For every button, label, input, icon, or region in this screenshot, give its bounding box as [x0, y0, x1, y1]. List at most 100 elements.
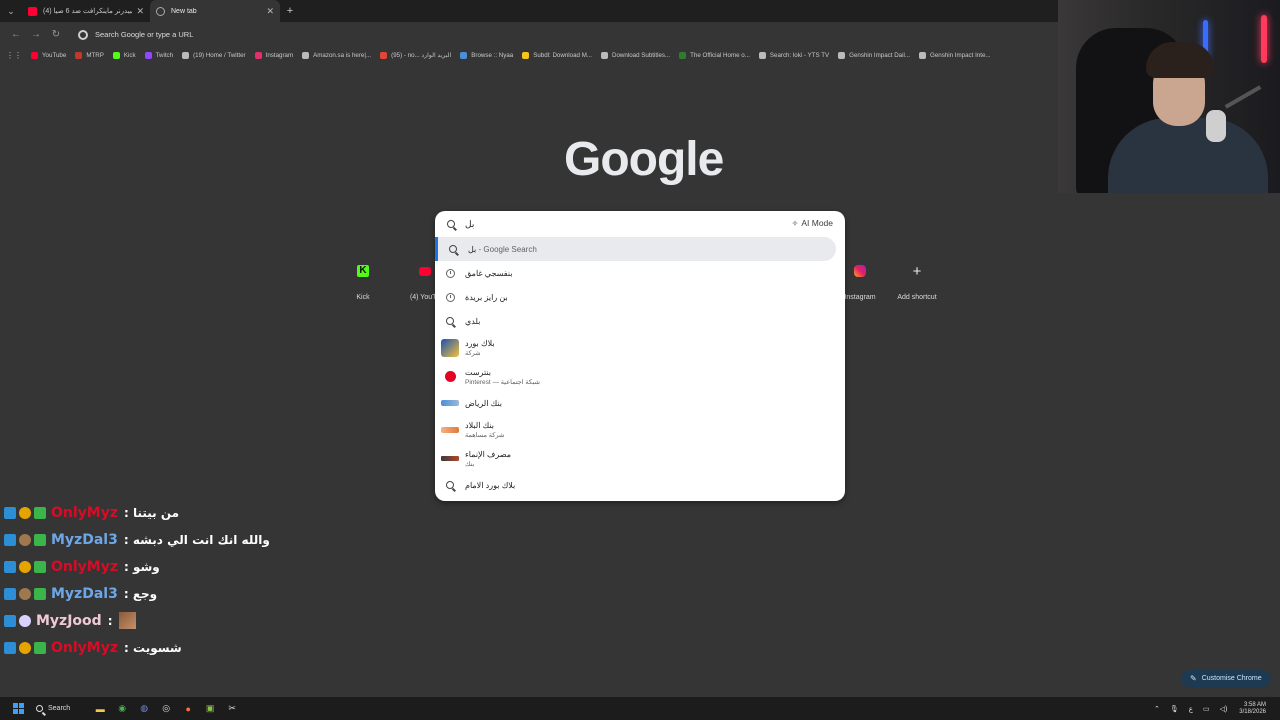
- system-tray: ⌃ 🎙 ع ▭ ◁) 3:58 AM 3/18/2026: [1144, 697, 1266, 720]
- youtube-icon: [419, 266, 431, 276]
- vip-badge-icon: [19, 560, 31, 573]
- bookmark-item[interactable]: Kick: [112, 51, 136, 59]
- bookmark-favicon-icon: [522, 51, 530, 59]
- search-icon: [36, 705, 43, 712]
- reload-button[interactable]: ↻: [46, 29, 66, 40]
- vip-badge-icon: [19, 641, 31, 654]
- chat-username: OnlyMyz: [51, 639, 118, 656]
- suggestion-item[interactable]: بن رايز بريدة: [435, 285, 845, 309]
- back-button[interactable]: ←: [6, 29, 26, 40]
- youtube-icon: [28, 6, 37, 16]
- user-badge-icon: [19, 533, 31, 546]
- bookmark-item[interactable]: Subdl: Download M...: [522, 51, 592, 59]
- chat-text: : من بيتنا: [124, 505, 180, 520]
- suggestion-item[interactable]: بل - Google Search: [435, 237, 836, 261]
- kick-icon: K: [357, 265, 369, 277]
- suggestion-item[interactable]: بنك البلاد شركة مساهمة: [435, 415, 845, 444]
- bookmark-item[interactable]: Amazon.sa is here|...: [302, 51, 371, 59]
- bookmark-favicon-icon: [919, 51, 927, 59]
- bookmark-item[interactable]: Genshin Impact Inte...: [919, 51, 991, 59]
- bookmark-favicon-icon: [380, 51, 388, 59]
- moderator-badge-icon: [34, 641, 46, 654]
- bookmark-favicon-icon: [758, 51, 766, 59]
- chat-text: : وشو: [124, 559, 160, 574]
- bookmark-favicon-icon: [112, 51, 120, 59]
- chrome-icon[interactable]: ◉: [114, 701, 130, 717]
- suggestion-item[interactable]: بلدي: [435, 309, 845, 333]
- moderator-badge-icon: [34, 533, 46, 546]
- suggestion-item[interactable]: بنفسجي غامق: [435, 261, 845, 285]
- chat-text: : وجع: [123, 586, 158, 601]
- close-icon[interactable]: ✕: [266, 6, 274, 17]
- chat-text: :: [107, 613, 113, 628]
- blackboard-logo-icon: [441, 338, 459, 357]
- stream-chat-overlay: OnlyMyz : من بيتنا MyzDal3 : والله انك ا…: [4, 499, 304, 661]
- plus-icon: +: [912, 262, 922, 280]
- bookmark-favicon-icon: [679, 51, 687, 59]
- new-tab-icon: [156, 6, 165, 16]
- start-button[interactable]: [10, 701, 26, 717]
- subscriber-badge-icon: [4, 560, 16, 573]
- neon-light-red: [1261, 15, 1267, 63]
- bookmark-item[interactable]: Download Subtitles...: [601, 51, 670, 59]
- snipping-tool-icon[interactable]: ✂: [224, 701, 240, 717]
- forward-button[interactable]: →: [26, 29, 46, 40]
- search-icon: [449, 245, 457, 253]
- bookmark-item[interactable]: Search: loki - YTS TV: [758, 51, 829, 59]
- chevron-up-icon[interactable]: ⌃: [1154, 705, 1160, 713]
- bookmark-item[interactable]: The Official Home o...: [679, 51, 750, 59]
- close-icon[interactable]: ✕: [136, 6, 144, 17]
- streamer-hair: [1146, 42, 1214, 78]
- apps-button[interactable]: ⋮⋮: [6, 51, 22, 60]
- search-icon: [446, 317, 454, 325]
- network-icon[interactable]: ▭: [1203, 705, 1210, 713]
- address-bar[interactable]: Search Google or type a URL: [72, 25, 1058, 44]
- clock[interactable]: 3:58 AM 3/18/2026: [1239, 702, 1266, 716]
- new-tab-button[interactable]: +: [280, 5, 300, 17]
- chat-username: MyzDal3: [51, 531, 118, 548]
- bookmark-favicon-icon: [31, 51, 38, 59]
- moderator-badge-icon: [34, 560, 46, 573]
- chat-message: OnlyMyz : وشو: [4, 553, 304, 580]
- minecraft-icon[interactable]: ▣: [202, 701, 218, 717]
- suggestion-item[interactable]: بلاك بورد الامام: [435, 473, 845, 497]
- customise-chrome-button[interactable]: ✎ Customise Chrome: [1181, 670, 1271, 687]
- chat-message: OnlyMyz : شسويت: [4, 634, 304, 661]
- webcam-overlay: [1058, 0, 1280, 193]
- bookmark-item[interactable]: Browse :: Nyaa: [460, 51, 513, 59]
- suggestion-item[interactable]: بنك الرياض: [435, 391, 845, 415]
- bookmark-item[interactable]: (95) - no... البريد الوارد: [380, 51, 451, 59]
- search-icon: [446, 481, 454, 489]
- tab-new-tab[interactable]: New tab ✕: [150, 0, 280, 22]
- chat-username: MyzJood: [36, 612, 102, 629]
- tab-youtube[interactable]: (4) سبيدرنر ماينكرافت ضد 6 صيا... ✕: [22, 0, 150, 22]
- ai-sparkle-icon: ✧: [791, 218, 799, 228]
- ai-mode-button[interactable]: ✧ AI Mode: [792, 218, 833, 228]
- bookmark-item[interactable]: MTRP: [75, 51, 104, 59]
- suggestion-item[interactable]: بنترست Pinterest — شبكة اجتماعية: [435, 362, 845, 391]
- suggestion-item[interactable]: مصرف الإنماء بنك: [435, 444, 845, 473]
- user-badge-icon: [19, 587, 31, 600]
- taskbar-search[interactable]: Search: [36, 705, 70, 712]
- bookmark-item[interactable]: (19) Home / Twitter: [182, 51, 246, 59]
- tab-search-button[interactable]: ⌄: [0, 0, 22, 22]
- volume-icon[interactable]: ◁): [1220, 705, 1228, 713]
- microphone-icon[interactable]: 🎙: [1170, 705, 1179, 713]
- shortcut-kick[interactable]: K Kick: [333, 257, 393, 301]
- firefox-icon[interactable]: ●: [180, 701, 196, 717]
- star-badge-icon: [19, 614, 31, 627]
- obs-icon[interactable]: ◎: [158, 701, 174, 717]
- suggestion-item[interactable]: بلاك بورد شركة: [435, 333, 845, 362]
- discord-icon[interactable]: ◍: [136, 701, 152, 717]
- bookmark-item[interactable]: YouTube: [31, 51, 66, 59]
- bookmark-item[interactable]: Instagram: [254, 51, 293, 59]
- chat-text: : والله انك انت الي دبشه: [123, 532, 270, 547]
- search-input[interactable]: بل ✧ AI Mode: [435, 211, 845, 237]
- language-indicator[interactable]: ع: [1189, 705, 1193, 713]
- add-shortcut-button[interactable]: + Add shortcut: [887, 257, 947, 302]
- bookmark-favicon-icon: [460, 51, 468, 59]
- bookmark-item[interactable]: Genshin Impact Dail...: [838, 51, 910, 59]
- file-explorer-icon[interactable]: ▬: [92, 701, 108, 717]
- bookmark-item[interactable]: Twitch: [144, 51, 173, 59]
- instagram-icon: [854, 265, 866, 277]
